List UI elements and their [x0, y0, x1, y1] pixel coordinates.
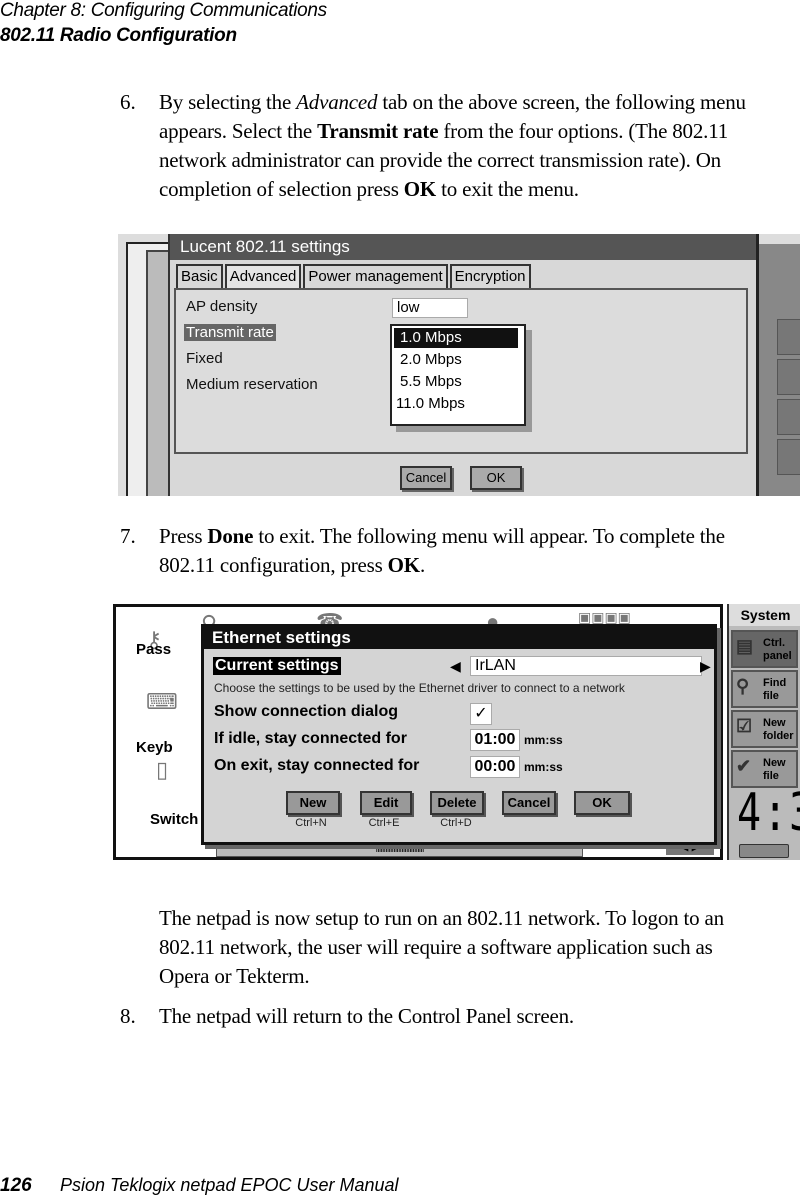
dialog-title: Ethernet settings [204, 627, 714, 649]
footer-title: Psion Teklogix netpad EPOC User Manual [60, 1175, 399, 1195]
side-button [777, 439, 800, 475]
new-file-icon: ✔ [736, 756, 752, 776]
italic-term: Advanced [296, 90, 378, 114]
transmit-rate-list[interactable]: 1.0 Mbps 2.0 Mbps 5.5 Mbps 11.0 Mbps [390, 324, 526, 426]
button-label: file [763, 690, 779, 702]
advanced-panel: AP density Transmit rate Fixed Medium re… [174, 288, 748, 454]
idle-time-field[interactable]: 01:00 [470, 729, 520, 751]
bold-term: OK [387, 553, 420, 577]
control-panel-icon: ▤ [736, 636, 754, 656]
ethernet-settings-screenshot: ⚲ ☎ ● ▣▣▣▣ ⚷ Pass ⌨ Keyb ▯ Switch ||||||… [113, 604, 800, 860]
arrow-left-icon[interactable]: ◀ [450, 658, 461, 675]
button-label: Ctrl. [763, 637, 785, 649]
keyboard-icon: ⌨ [146, 689, 178, 714]
tab-advanced[interactable]: Advanced [224, 264, 302, 288]
text-line: 802.11 configuration, press OK. [159, 553, 426, 577]
text-line: The netpad will return to the Control Pa… [159, 1004, 574, 1028]
text-line: The netpad is now setup to run on an 802… [159, 906, 724, 930]
tab-bar: Basic Advanced Power management Encrypti… [176, 264, 533, 288]
rate-option[interactable]: 11.0 Mbps [394, 394, 518, 414]
exit-label: On exit, stay connected for [214, 757, 420, 774]
battery-icon [739, 844, 789, 858]
delete-button[interactable]: Delete [430, 791, 484, 815]
clock: 4:31 [737, 783, 800, 843]
text-line: Press Done to exit. The following menu w… [159, 524, 725, 548]
delete-shortcut: Ctrl+D [440, 817, 472, 829]
ap-density-field[interactable]: low [392, 298, 468, 318]
ethernet-settings-dialog: Ethernet settings Current settings ◀ IrL… [201, 624, 717, 845]
rate-option[interactable]: 5.5 Mbps [394, 372, 518, 392]
ok-button[interactable]: OK [470, 466, 522, 490]
new-folder-icon: ☑ [736, 716, 753, 736]
note-text: The netpad is now setup to run on an 802… [159, 904, 724, 991]
tab-basic[interactable]: Basic [176, 264, 223, 288]
button-label: file [763, 770, 779, 782]
edit-button[interactable]: Edit [360, 791, 412, 815]
button-label: folder [763, 730, 794, 742]
system-title[interactable]: System [729, 604, 800, 626]
ap-density-label[interactable]: AP density [186, 298, 257, 315]
chapter-header: Chapter 8: Configuring Communications [0, 0, 327, 21]
app-label-switch[interactable]: Switch [150, 811, 198, 828]
show-dialog-checkbox[interactable]: ✓ [470, 703, 492, 725]
bold-term: Transmit rate [317, 119, 439, 143]
app-label-password[interactable]: Pass [136, 641, 171, 658]
show-dialog-label: Show connection dialog [214, 703, 398, 720]
exit-time-field[interactable]: 00:00 [470, 756, 520, 778]
bold-term: Done [207, 524, 254, 548]
new-shortcut: Ctrl+N [295, 817, 327, 829]
text-line: completion of selection press OK to exit… [159, 177, 579, 201]
switch-icon: ▯ [156, 757, 169, 782]
idle-label: If idle, stay connected for [214, 730, 407, 747]
step-number: 6. [120, 90, 136, 114]
cancel-button[interactable]: Cancel [502, 791, 556, 815]
side-button [777, 359, 800, 395]
text-line: appears. Select the Transmit rate from t… [159, 119, 729, 143]
step6-text: By selecting the Advanced tab on the abo… [159, 88, 746, 204]
fixed-label[interactable]: Fixed [186, 350, 223, 367]
find-file-icon: ⚲ [736, 676, 750, 696]
settings-hint: Choose the settings to be used by the Et… [214, 681, 625, 695]
current-settings-field[interactable]: IrLAN [470, 656, 702, 676]
text-line: 802.11 network, the user will require a … [159, 935, 713, 959]
arrow-right-icon[interactable]: ▶ [700, 658, 711, 675]
lucent-settings-screenshot: Lucent 802.11 settings Basic Advanced Po… [118, 234, 800, 496]
text-line: By selecting the Advanced tab on the abo… [159, 90, 746, 114]
step-number: 8. [120, 1004, 136, 1028]
step7-text: Press Done to exit. The following menu w… [159, 522, 725, 580]
side-button [777, 399, 800, 435]
lucent-settings-dialog: Lucent 802.11 settings Basic Advanced Po… [168, 234, 759, 496]
transmit-rate-label[interactable]: Transmit rate [184, 324, 276, 341]
find-file-button[interactable]: ⚲ Find file [731, 670, 798, 708]
rate-option[interactable]: 2.0 Mbps [394, 350, 518, 370]
rate-option[interactable]: 1.0 Mbps [394, 328, 518, 348]
tab-power-management[interactable]: Power management [303, 264, 448, 288]
button-label: New [763, 717, 786, 729]
current-settings-label[interactable]: Current settings [213, 657, 341, 675]
tab-encryption[interactable]: Encryption [449, 264, 531, 288]
system-toolbar: System ▤ Ctrl. panel ⚲ Find file ☑ New fold… [727, 604, 800, 860]
edit-shortcut: Ctrl+E [368, 817, 400, 829]
text-line: Opera or Tekterm. [159, 964, 310, 988]
side-button [777, 319, 800, 355]
button-label: panel [763, 650, 792, 662]
idle-unit: mm:ss [524, 733, 563, 747]
ok-button[interactable]: OK [574, 791, 630, 815]
button-label: New [763, 757, 786, 769]
new-folder-button[interactable]: ☑ New folder [731, 710, 798, 748]
button-label: Find [763, 677, 787, 689]
step8-text: The netpad will return to the Control Pa… [159, 1002, 574, 1031]
text-line: network administrator can provide the co… [159, 148, 721, 172]
section-header: 802.11 Radio Configuration [0, 25, 237, 46]
cancel-button[interactable]: Cancel [400, 466, 452, 490]
step-number: 7. [120, 524, 136, 548]
medium-reservation-label[interactable]: Medium reservation [186, 376, 318, 393]
ctrl-panel-button[interactable]: ▤ Ctrl. panel [731, 630, 798, 668]
dialog-title: Lucent 802.11 settings [170, 234, 756, 260]
bold-term: OK [403, 177, 437, 201]
app-label-keyboard[interactable]: Keyb [136, 739, 173, 756]
new-button[interactable]: New [286, 791, 340, 815]
page-number: 126 [0, 1175, 32, 1196]
exit-unit: mm:ss [524, 760, 563, 774]
